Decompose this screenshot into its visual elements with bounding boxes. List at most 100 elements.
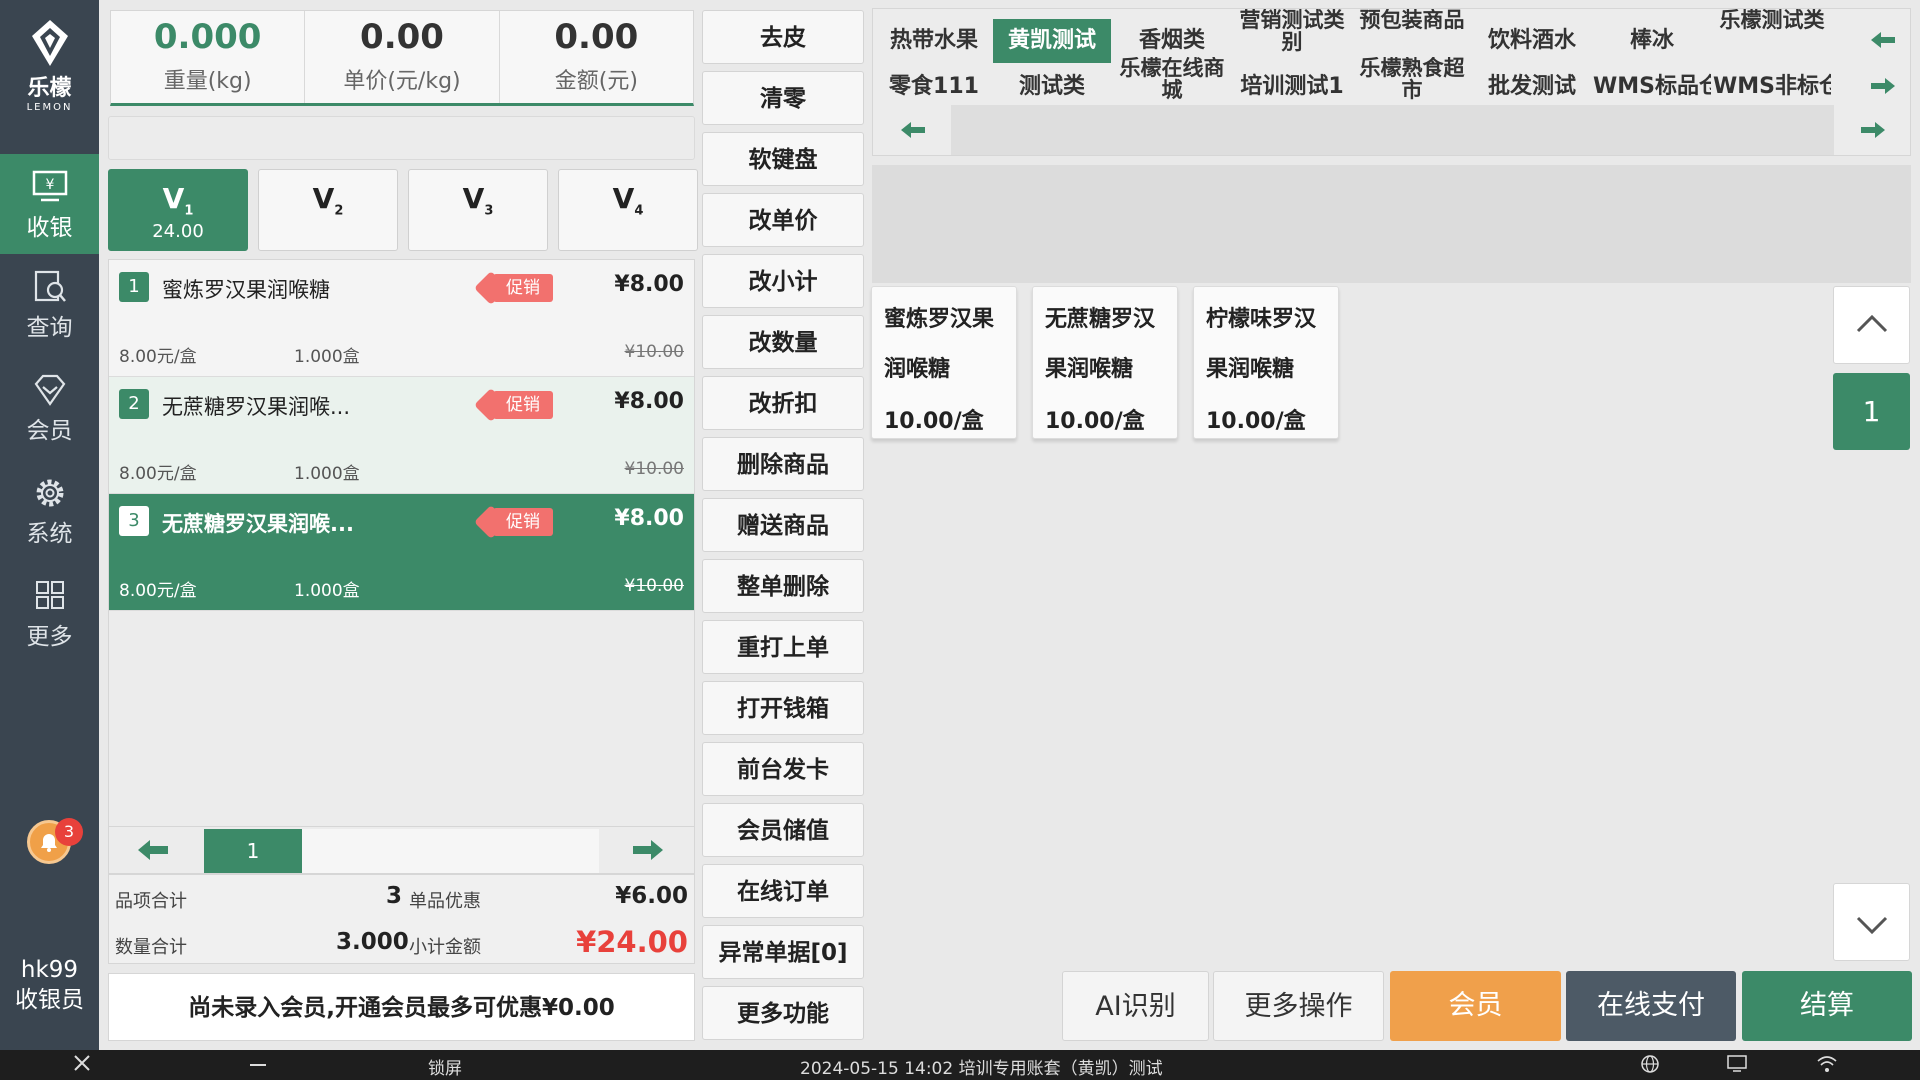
more-operations-button[interactable]: 更多操作 — [1213, 971, 1384, 1041]
tab-v2[interactable]: V2 — [258, 169, 398, 251]
sidebar-item-system[interactable]: 系统 — [0, 460, 99, 563]
unit-price-label: 单价(元/kg) — [343, 69, 461, 94]
category-tab[interactable]: 棒冰 — [1593, 19, 1711, 63]
product-name-line1: 柠檬味罗汉 — [1206, 307, 1317, 332]
category-tab[interactable]: 热带水果 — [875, 19, 993, 63]
weight-value: 0.000 — [153, 17, 262, 57]
member-deposit-button[interactable]: 会员储值 — [702, 803, 864, 857]
delete-item-button[interactable]: 删除商品 — [702, 437, 864, 491]
cart-item-unit-price: 8.00元/盒 — [119, 347, 197, 367]
category-tab[interactable]: WMS非标仓 — [1713, 65, 1831, 109]
cart-next-button[interactable] — [617, 833, 677, 867]
open-drawer-button[interactable]: 打开钱箱 — [702, 681, 864, 735]
barcode-input[interactable] — [108, 116, 695, 160]
member-hint[interactable]: 尚未录入会员,开通会员最多可优惠¥0.00 — [108, 973, 695, 1041]
lock-screen-button[interactable]: 锁屏 — [428, 1054, 462, 1079]
sidebar: 乐檬 LEMON ¥ 收银 查询 会员 系统 更多 3 hk99 收银员 — [0, 0, 99, 1050]
taskbar: 锁屏 2024-05-15 14:02 培训专用账套（黄凯）测试 — [0, 1050, 1920, 1080]
cart-list: 1 蜜炼罗汉果润喉糖 促销 ¥8.00 8.00元/盒 1.000盒 ¥10.0… — [108, 259, 695, 827]
category-row2-right-button[interactable] — [1863, 71, 1903, 101]
category-tab-active[interactable]: 黄凯测试 — [993, 19, 1111, 63]
cart-prev-button[interactable] — [124, 833, 184, 867]
more-functions-button[interactable]: 更多功能 — [702, 986, 864, 1040]
product-name-line1: 蜜炼罗汉果 — [884, 307, 995, 332]
zero-button[interactable]: 清零 — [702, 71, 864, 125]
cart-item-qty: 1.000盒 — [294, 581, 360, 601]
product-scroll-down-button[interactable] — [1833, 883, 1910, 961]
reprint-button[interactable]: 重打上单 — [702, 620, 864, 674]
cart-item-original-price: ¥10.00 — [624, 576, 684, 596]
cart-item-selected[interactable]: 3 无蔗糖罗汉果润喉... 促销 ¥8.00 8.00元/盒 1.000盒 ¥1… — [109, 494, 694, 611]
cart-pager: 1 — [108, 826, 695, 874]
items-label: 品项合计 — [115, 891, 187, 912]
category-tab[interactable]: 零食111 — [875, 65, 993, 109]
abnormal-orders-button[interactable]: 异常单据[0] — [702, 925, 864, 979]
category-tab[interactable]: WMS标品仓 — [1593, 65, 1711, 109]
product-card[interactable]: 蜜炼罗汉果 润喉糖 10.00/盒 — [871, 286, 1017, 439]
issue-card-button[interactable]: 前台发卡 — [702, 742, 864, 796]
logo: 乐檬 LEMON — [0, 18, 99, 113]
change-unit-price-button[interactable]: 改单价 — [702, 193, 864, 247]
category-row1-left-button[interactable] — [1863, 25, 1903, 55]
product-page-number: 1 — [1833, 373, 1910, 450]
category-next-page-button[interactable] — [1853, 115, 1893, 145]
cart-item-price: ¥8.00 — [614, 272, 684, 297]
cart-item[interactable]: 2 无蔗糖罗汉果润喉... 促销 ¥8.00 8.00元/盒 1.000盒 ¥1… — [109, 377, 694, 494]
category-tab[interactable]: 预包装商品 — [1353, 9, 1471, 53]
sidebar-item-cashier[interactable]: ¥ 收银 — [0, 154, 99, 254]
close-button[interactable] — [72, 1053, 92, 1078]
product-card[interactable]: 无蔗糖罗汉 果润喉糖 10.00/盒 — [1032, 286, 1178, 439]
cart-item[interactable]: 1 蜜炼罗汉果润喉糖 促销 ¥8.00 8.00元/盒 1.000盒 ¥10.0… — [109, 260, 694, 377]
sidebar-item-query[interactable]: 查询 — [0, 254, 99, 357]
online-orders-button[interactable]: 在线订单 — [702, 864, 864, 918]
change-qty-button[interactable]: 改数量 — [702, 315, 864, 369]
sidebar-item-member[interactable]: 会员 — [0, 357, 99, 460]
minimize-button[interactable] — [248, 1053, 268, 1078]
vtab-label: V2 — [312, 182, 344, 219]
unit-price-cell: 0.00 单价(元/kg) — [305, 11, 500, 103]
lemon-logo-icon — [31, 20, 68, 66]
qty-value: 3.000 — [336, 929, 409, 955]
subtotal-label: 小计金额 — [409, 937, 481, 958]
discount-value: ¥6.00 — [615, 883, 688, 909]
member-button[interactable]: 会员 — [1390, 971, 1561, 1041]
weight-label: 重量(kg) — [163, 69, 252, 94]
category-tab[interactable]: 乐檬在线商城 — [1113, 57, 1231, 101]
cart-item-price: ¥8.00 — [614, 389, 684, 414]
category-tab[interactable]: 批发测试 — [1473, 65, 1591, 109]
logo-subtext: LEMON — [26, 102, 73, 113]
category-tab[interactable]: 营销测试类别 — [1233, 9, 1351, 53]
cart-item-number: 1 — [119, 272, 149, 302]
cart-page-number: 1 — [204, 829, 302, 873]
soft-keyboard-button[interactable]: 软键盘 — [702, 132, 864, 186]
category-tab[interactable]: 测试类 — [993, 65, 1111, 109]
sidebar-item-more[interactable]: 更多 — [0, 563, 99, 666]
category-tab[interactable]: 乐檬测试类 — [1713, 9, 1831, 53]
ai-recognition-button[interactable]: AI识别 — [1062, 971, 1209, 1041]
tab-v4[interactable]: V4 — [558, 169, 698, 251]
tab-v3[interactable]: V3 — [408, 169, 548, 251]
tare-button[interactable]: 去皮 — [702, 10, 864, 64]
weight-cell: 0.000 重量(kg) — [111, 11, 306, 103]
delete-order-button[interactable]: 整单删除 — [702, 559, 864, 613]
logo-text: 乐檬 — [27, 76, 72, 101]
category-tab[interactable]: 乐檬熟食超市 — [1353, 57, 1471, 101]
category-tab[interactable]: 培训测试1 — [1233, 65, 1351, 109]
category-tab[interactable]: 饮料酒水 — [1473, 19, 1591, 63]
product-card[interactable]: 柠檬味罗汉 果润喉糖 10.00/盒 — [1193, 286, 1339, 439]
gift-item-button[interactable]: 赠送商品 — [702, 498, 864, 552]
user-role: 收银员 — [15, 987, 84, 1013]
chevron-up-icon — [1856, 314, 1888, 333]
product-scroll-up-button[interactable] — [1833, 286, 1910, 364]
category-prev-page-button[interactable] — [893, 115, 933, 145]
checkout-button[interactable]: 结算 — [1742, 971, 1912, 1041]
online-pay-button[interactable]: 在线支付 — [1566, 971, 1736, 1041]
change-discount-button[interactable]: 改折扣 — [702, 376, 864, 430]
chevron-down-icon — [1856, 916, 1888, 935]
tab-v1[interactable]: V1 24.00 — [108, 169, 248, 251]
status-text: 2024-05-15 14:02 培训专用账套（黄凯）测试 — [800, 1059, 1163, 1079]
arrow-right-icon — [1861, 122, 1885, 138]
items-value: 3 — [386, 883, 403, 909]
change-subtotal-button[interactable]: 改小计 — [702, 254, 864, 308]
promo-tag: 促销 — [474, 271, 553, 305]
